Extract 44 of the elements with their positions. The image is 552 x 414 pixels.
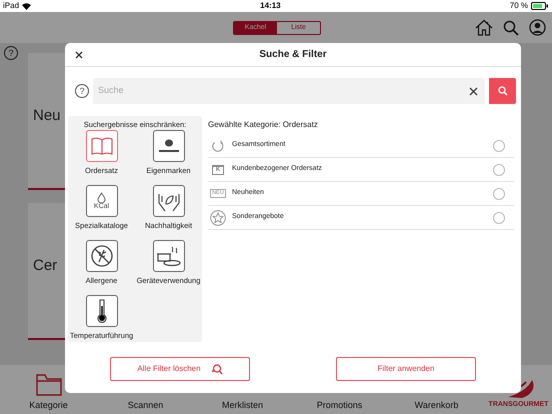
crossed-wheat-icon <box>90 244 114 268</box>
clear-icon[interactable] <box>469 86 478 96</box>
radio-button[interactable] <box>493 164 505 176</box>
category-button[interactable] <box>152 130 184 162</box>
profile-icon[interactable] <box>529 19 546 36</box>
tab-label[interactable]: Kategorie <box>29 398 68 412</box>
radio-button[interactable] <box>493 188 505 200</box>
star-icon <box>210 210 226 226</box>
search-icon <box>498 86 508 96</box>
close-icon[interactable] <box>75 51 83 59</box>
category-button[interactable] <box>86 295 118 328</box>
tab-label[interactable]: Merklisten <box>222 398 263 412</box>
tile-title: Neu <box>33 106 61 126</box>
search-button[interactable] <box>489 78 516 104</box>
device-name: iPad <box>3 0 20 12</box>
pot-pan-icon <box>156 245 182 268</box>
selected-category-heading: Gewählte Kategorie: Ordersatz <box>208 119 319 131</box>
radio-button[interactable] <box>493 212 505 224</box>
radio-button[interactable] <box>493 140 505 152</box>
help-button[interactable]: ? <box>4 46 18 60</box>
tab-label[interactable]: Warenkorb <box>414 398 458 412</box>
thermometer-icon <box>96 298 108 324</box>
wifi-icon <box>22 2 32 10</box>
search-icon[interactable] <box>503 20 519 36</box>
folder-icon[interactable] <box>36 374 62 396</box>
tab-label[interactable]: Promotions <box>316 398 362 412</box>
clear-filters-button[interactable]: Alle Filter löschen <box>110 357 250 381</box>
home-icon[interactable] <box>475 19 493 36</box>
book-icon <box>90 137 112 156</box>
search-field[interactable]: Suche <box>93 78 485 104</box>
tab-label[interactable]: Scannen <box>128 398 164 412</box>
search-input[interactable]: Suche <box>93 84 469 98</box>
dialog-title: Suche & Filter <box>259 48 327 62</box>
tile-title: Cer <box>33 256 58 276</box>
status-time: 14:13 <box>260 0 281 12</box>
refresh-icon <box>211 140 225 152</box>
help-button[interactable]: ? <box>75 84 89 98</box>
category-button[interactable] <box>86 240 118 272</box>
category-button[interactable] <box>152 185 184 218</box>
battery-icon <box>531 2 549 10</box>
battery-percent: 70 % <box>510 0 528 12</box>
apply-filters-button[interactable]: Filter anwenden <box>336 357 476 381</box>
category-button[interactable] <box>152 240 184 272</box>
clear-search-icon <box>210 364 223 374</box>
